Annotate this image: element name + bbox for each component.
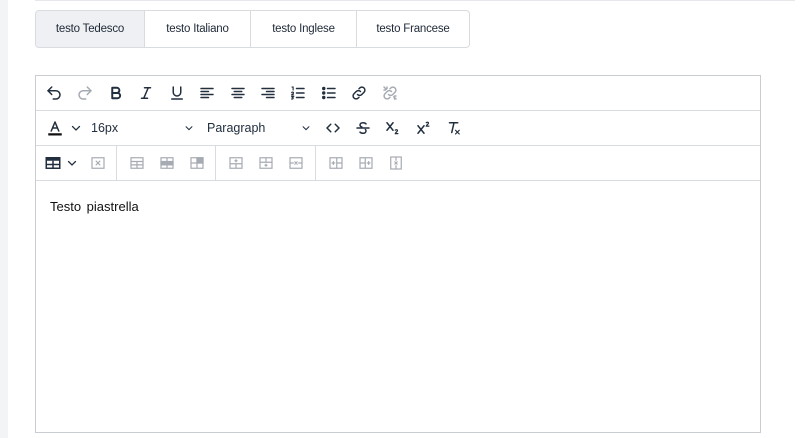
insert-col-before-icon[interactable] xyxy=(322,146,350,180)
toolbar-row-2: 16px Paragraph xyxy=(36,111,760,146)
table-merge-icon[interactable] xyxy=(183,146,211,180)
italic-icon[interactable] xyxy=(132,76,160,110)
undo-icon[interactable] xyxy=(40,76,68,110)
font-size-select[interactable]: 16px xyxy=(90,111,198,145)
table-cell-props-icon[interactable] xyxy=(153,146,181,180)
table-row-props-icon[interactable] xyxy=(123,146,151,180)
divider xyxy=(35,0,795,1)
block-format-value: Paragraph xyxy=(207,121,266,135)
numbered-list-icon[interactable] xyxy=(284,76,312,110)
align-center-icon[interactable] xyxy=(224,76,252,110)
block-format-select[interactable]: Paragraph xyxy=(207,111,317,145)
link-icon[interactable] xyxy=(345,76,373,110)
text-color-icon xyxy=(48,121,62,136)
text-color-button[interactable] xyxy=(40,111,84,145)
align-right-icon[interactable] xyxy=(254,76,282,110)
unlink-icon[interactable] xyxy=(376,76,404,110)
underline-icon[interactable] xyxy=(163,76,191,110)
toolbar-row-3 xyxy=(36,146,760,181)
table-icon xyxy=(45,157,61,169)
editor-content[interactable]: Testo piastrella xyxy=(36,181,760,432)
clear-formatting-icon[interactable] xyxy=(440,111,468,145)
insert-row-before-icon[interactable] xyxy=(222,146,250,180)
strikethrough-icon[interactable] xyxy=(349,111,377,145)
superscript-icon[interactable] xyxy=(410,111,438,145)
chevron-down-icon xyxy=(67,160,77,166)
subscript-icon[interactable] xyxy=(379,111,407,145)
toolbar-divider xyxy=(116,146,117,180)
bullet-list-icon[interactable] xyxy=(315,76,343,110)
chevron-down-icon xyxy=(71,125,81,131)
chevron-down-icon xyxy=(185,126,193,131)
language-tabs: testo Tedesco testo Italiano testo Ingle… xyxy=(35,10,470,48)
delete-col-icon[interactable] xyxy=(382,146,410,180)
toolbar-divider xyxy=(215,146,216,180)
font-size-value: 16px xyxy=(91,121,119,135)
toolbar-divider xyxy=(315,146,316,180)
delete-row-icon[interactable] xyxy=(282,146,310,180)
tab-francese[interactable]: testo Francese xyxy=(357,11,469,47)
bold-icon[interactable] xyxy=(102,76,130,110)
rich-text-editor: 16px Paragraph Testo piastrella xyxy=(35,75,761,433)
redo-icon[interactable] xyxy=(71,76,99,110)
insert-col-after-icon[interactable] xyxy=(352,146,380,180)
code-icon[interactable] xyxy=(319,111,347,145)
toolbar-row-1 xyxy=(36,76,760,111)
delete-table-icon[interactable] xyxy=(84,146,112,180)
align-left-icon[interactable] xyxy=(193,76,221,110)
tab-tedesco[interactable]: testo Tedesco xyxy=(36,11,145,47)
chevron-down-icon xyxy=(302,126,310,131)
table-button[interactable] xyxy=(40,146,82,180)
insert-row-after-icon[interactable] xyxy=(252,146,280,180)
tab-italiano[interactable]: testo Italiano xyxy=(145,11,251,47)
tab-inglese[interactable]: testo Inglese xyxy=(251,11,357,47)
